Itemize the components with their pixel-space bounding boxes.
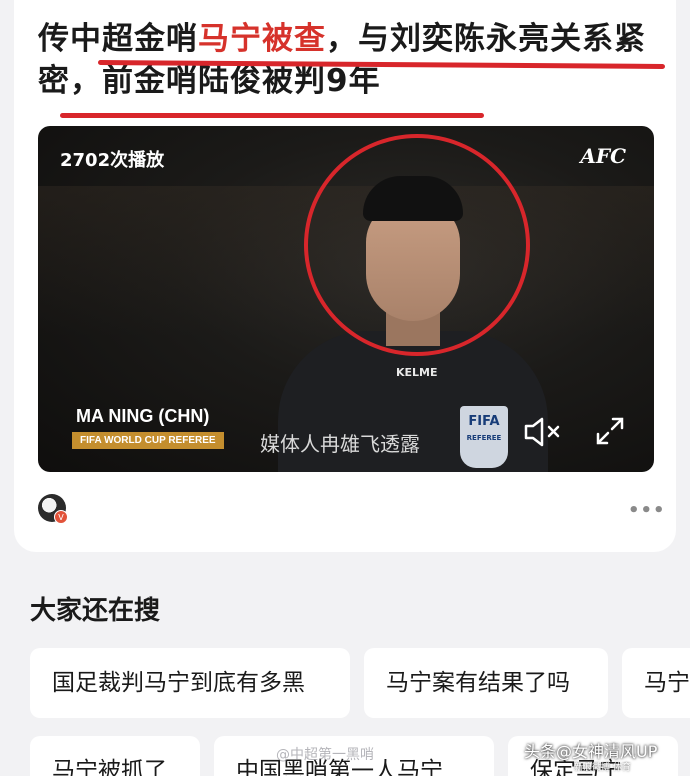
- watermark-right-small: 新浪微博 体育: [574, 763, 631, 773]
- person-title: FIFA WORLD CUP REFEREE: [72, 432, 224, 449]
- fullscreen-icon[interactable]: [594, 415, 626, 447]
- search-chip[interactable]: 马宁案有结果了吗: [364, 648, 608, 718]
- search-chip[interactable]: 国足裁判马宁到底有多黑: [30, 648, 350, 718]
- more-options-button[interactable]: •••: [628, 500, 666, 521]
- watermark-center: @中超第一黑哨: [276, 747, 374, 763]
- verified-badge: V: [54, 510, 68, 524]
- highlight-circle: [304, 134, 530, 356]
- play-count: 2702次播放: [60, 150, 165, 171]
- person-name: MA NING (CHN): [76, 406, 210, 426]
- video-player[interactable]: 2702次播放 AFC KELME FIFA REFEREE MA NING (…: [38, 126, 654, 472]
- fifa-badge-text: FIFA: [468, 414, 500, 429]
- underline-2: [60, 113, 484, 118]
- watermark-right: 头条@女神清风UP: [524, 742, 658, 761]
- search-chip[interactable]: 马宁: [622, 648, 690, 718]
- headline-highlight: 马宁被查: [198, 21, 326, 57]
- search-chip[interactable]: 马宁被抓了: [30, 736, 200, 776]
- headline-part1: 传中超金哨: [38, 21, 198, 57]
- kelme-logo: KELME: [396, 366, 438, 379]
- fifa-referee-badge: FIFA REFEREE: [460, 406, 508, 468]
- search-section-title: 大家还在搜: [30, 596, 161, 626]
- video-caption: 媒体人冉雄飞透露: [260, 432, 420, 456]
- fifa-badge-sub: REFEREE: [466, 434, 502, 442]
- mute-icon[interactable]: [522, 414, 566, 450]
- afc-logo: AFC: [580, 144, 626, 168]
